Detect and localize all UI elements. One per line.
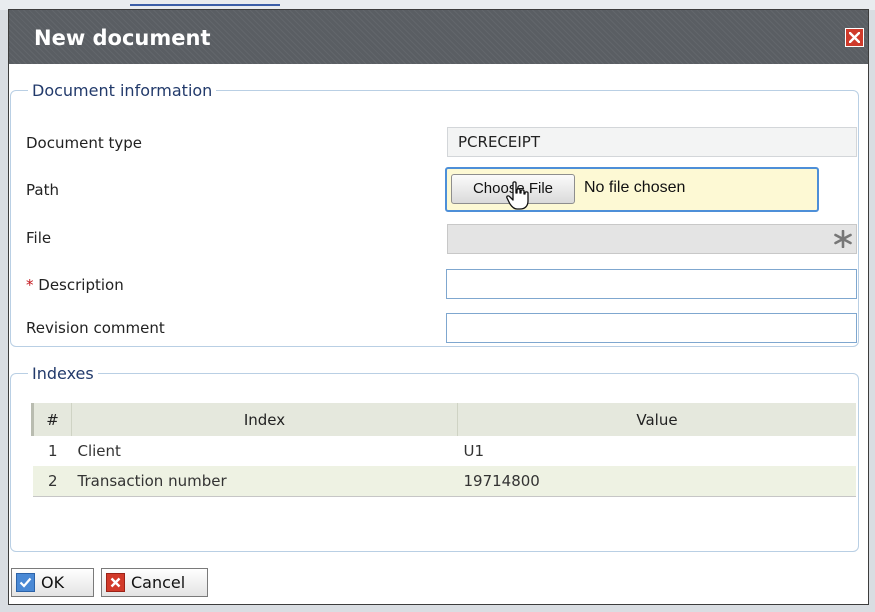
required-marker: * (26, 276, 34, 294)
close-button[interactable] (845, 28, 864, 47)
file-label: File (26, 229, 52, 247)
description-label-text: Description (38, 276, 124, 294)
description-label: * Description (26, 276, 124, 294)
table-row[interactable]: 2 Transaction number 19714800 (32, 466, 856, 497)
document-type-field: PCRECEIPT (447, 127, 857, 157)
no-file-chosen-text: No file chosen (584, 179, 686, 196)
indexes-legend: Indexes (32, 364, 94, 383)
close-icon (849, 32, 860, 43)
revision-comment-label: Revision comment (26, 319, 165, 337)
checkmark-icon (16, 573, 35, 592)
revision-comment-input[interactable] (446, 313, 857, 343)
column-header-number[interactable]: # (31, 403, 72, 436)
ok-button[interactable]: OK (11, 568, 94, 597)
hand-cursor-icon (506, 181, 529, 210)
column-header-value[interactable]: Value (457, 403, 856, 436)
description-input[interactable] (446, 269, 857, 299)
cancel-button-label: Cancel (131, 573, 186, 592)
row-index: Transaction number (71, 466, 458, 497)
dialog-titlebar[interactable]: New document (9, 10, 868, 64)
ok-button-label: OK (41, 573, 65, 592)
cancel-x-icon (106, 573, 125, 592)
table-row[interactable]: 1 Client U1 (33, 436, 857, 466)
document-information-legend: Document information (32, 81, 213, 100)
document-type-label: Document type (26, 134, 142, 152)
path-label: Path (26, 181, 59, 199)
row-value: 19714800 (457, 466, 856, 497)
document-information-group: Document information (10, 81, 859, 347)
row-index: Client (77, 442, 121, 460)
row-number: 2 (32, 466, 72, 497)
background-link (130, 0, 280, 6)
row-number: 1 (47, 442, 58, 460)
dialog-title: New document (34, 26, 211, 50)
asterisk-icon (834, 230, 852, 248)
file-field (447, 224, 857, 254)
path-file-input[interactable]: Choose File No file chosen (445, 167, 819, 212)
row-value: U1 (463, 442, 485, 460)
table-header-row: # Index Value (31, 403, 856, 436)
cancel-button[interactable]: Cancel (101, 568, 208, 597)
column-header-index[interactable]: Index (71, 403, 458, 436)
indexes-table: # Index Value 1 Client U1 2 Transaction … (31, 403, 856, 497)
